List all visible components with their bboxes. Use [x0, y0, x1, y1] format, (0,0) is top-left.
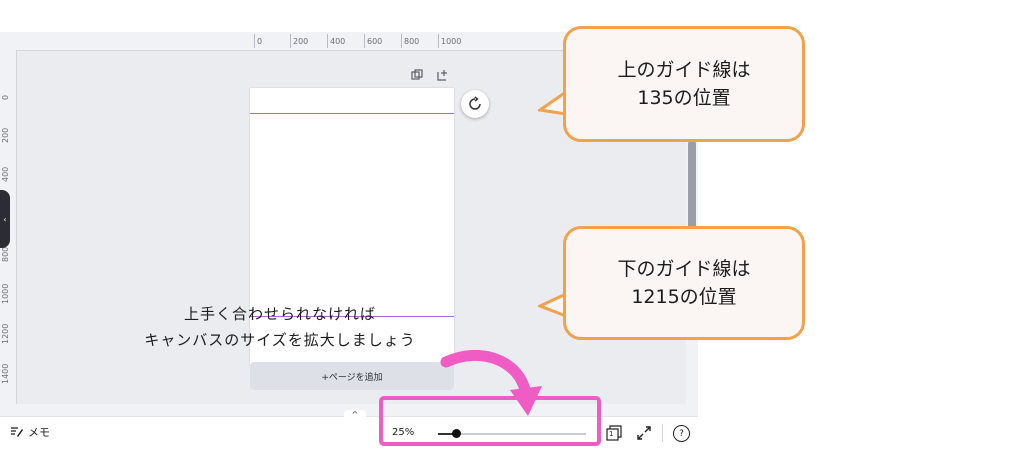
notes-icon — [11, 427, 23, 437]
ruler-label: 1200 — [1, 323, 10, 344]
callout-line: 135の位置 — [637, 87, 731, 109]
chevron-left-icon: ‹ — [3, 214, 7, 224]
vertical-scroll-thumb[interactable] — [688, 140, 696, 230]
ruler-tick — [290, 34, 291, 48]
ruler-label: 1400 — [1, 363, 10, 384]
fullscreen-button[interactable] — [636, 425, 652, 441]
callout-bottom-guide: 下のガイド線は 1215の位置 — [563, 226, 805, 340]
refresh-button[interactable] — [461, 90, 489, 118]
ruler-tick — [364, 34, 365, 48]
callout-line: 1215の位置 — [631, 286, 737, 308]
duplicate-icon — [411, 69, 423, 80]
memo-button[interactable]: メモ — [10, 424, 50, 440]
sidebar-collapse-button[interactable]: ‹ — [0, 190, 10, 248]
callout-line: 下のガイド線は — [617, 257, 751, 280]
add-page-icon-button[interactable] — [436, 68, 450, 82]
add-page-button[interactable]: +ページを追加 — [250, 362, 454, 390]
ruler-tick — [254, 34, 255, 48]
ruler-label: 800 — [404, 37, 420, 46]
ruler-tick — [438, 34, 439, 48]
page-view-button[interactable]: 1 — [605, 424, 623, 442]
ruler-label: 0 — [1, 94, 10, 100]
ruler-label: 1000 — [441, 37, 462, 46]
callout-line: 上のガイド線は — [617, 58, 751, 81]
instruction-caption: 上手く合わせられなければ キャンバスのサイズを拡大しましょう — [100, 302, 460, 353]
ruler-label: 400 — [330, 37, 346, 46]
ruler-tick — [327, 34, 328, 48]
toolbar-divider — [662, 424, 663, 442]
caption-line: 上手く合わせられなければ — [183, 305, 376, 323]
callout-top-guide: 上のガイド線は 135の位置 — [563, 26, 805, 142]
ruler-label: 200 — [293, 37, 309, 46]
page-count-badge: 1 — [609, 430, 614, 438]
caption-line: キャンバスのサイズを拡大しましょう — [144, 330, 416, 349]
memo-label: メモ — [28, 426, 50, 439]
ruler-tick — [401, 34, 402, 48]
ruler-label: 0 — [257, 37, 263, 46]
top-guide-line[interactable] — [250, 113, 454, 114]
ruler-label: 600 — [367, 37, 383, 46]
chevron-up-icon[interactable]: ^ — [344, 410, 366, 422]
refresh-icon — [469, 96, 481, 110]
ruler-label: 200 — [1, 127, 10, 143]
add-page-icon — [437, 70, 447, 81]
ruler-label: 400 — [1, 166, 10, 182]
pointer-arrow — [440, 350, 542, 416]
help-button[interactable]: ? — [673, 425, 690, 442]
ruler-label: 1000 — [1, 283, 10, 304]
help-icon: ? — [679, 428, 684, 439]
duplicate-page-button[interactable] — [410, 68, 424, 82]
expand-icon — [637, 426, 651, 440]
ruler-label: 800 — [1, 246, 10, 262]
